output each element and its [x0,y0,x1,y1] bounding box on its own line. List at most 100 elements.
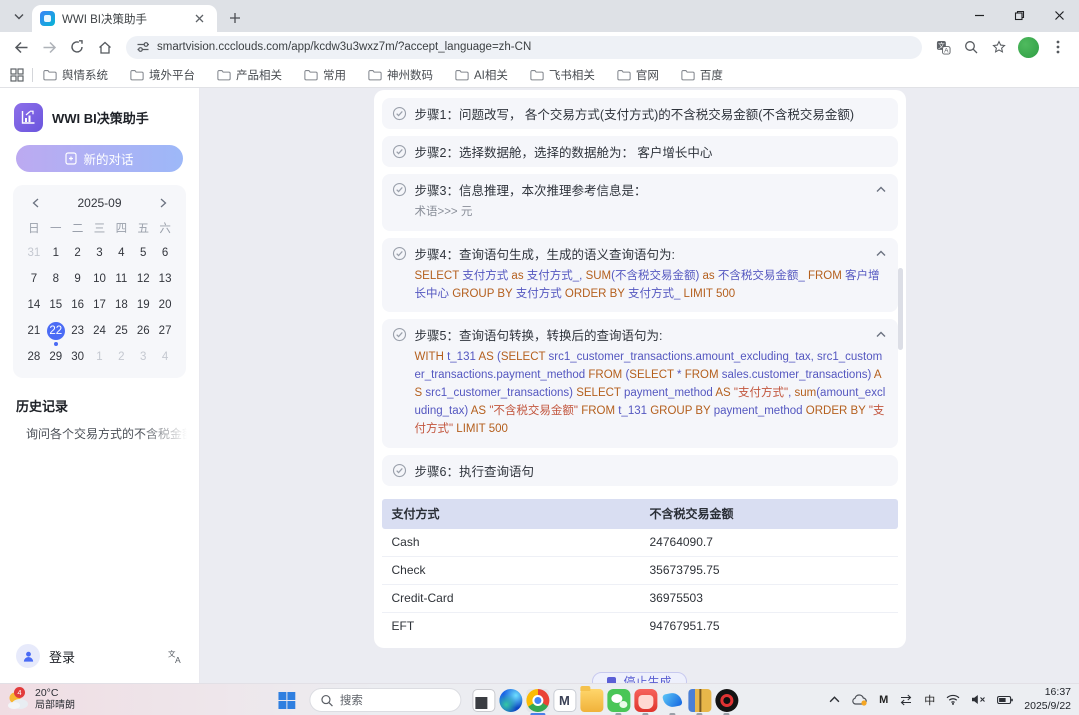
calendar-day[interactable]: 5 [132,244,154,262]
calendar-day[interactable]: 11 [110,270,132,288]
start-button[interactable] [274,687,300,713]
bookmark-item[interactable]: 产品相关 [217,67,282,83]
calendar-day[interactable]: 23 [67,322,89,340]
task-view-icon[interactable] [472,689,495,712]
home-button[interactable] [92,34,118,60]
calendar-day[interactable]: 15 [45,296,67,314]
edge-icon[interactable] [499,689,522,712]
zoom-icon[interactable] [958,34,984,60]
calendar-next-icon[interactable] [156,195,172,211]
calendar-day[interactable]: 27 [154,322,176,340]
calendar-day[interactable]: 8 [45,270,67,288]
calendar-prev-icon[interactable] [27,195,43,211]
collapse-chevron-icon[interactable] [874,329,888,340]
calendar-day[interactable]: 21 [23,322,45,340]
apps-grid-icon[interactable] [10,68,24,82]
recorder-app-icon[interactable] [715,689,738,712]
site-favicon-icon [40,11,55,26]
calendar-day[interactable]: 24 [89,322,111,340]
back-button[interactable] [8,34,34,60]
tray-volume-muted-icon[interactable] [971,694,986,705]
archive-app-icon[interactable] [688,689,711,712]
calendar-day[interactable]: 7 [23,270,45,288]
user-avatar-icon[interactable] [16,644,40,668]
login-button[interactable]: 登录 [49,647,75,666]
tray-chevron-up-icon[interactable] [829,696,840,703]
chat-scrollbar[interactable] [898,268,903,350]
bookmark-item[interactable]: 境外平台 [130,67,195,83]
taskbar-weather[interactable]: 4 20°C 局部晴朗 [6,687,75,713]
calendar-day[interactable]: 13 [154,270,176,288]
translate-icon[interactable]: 文A [930,34,956,60]
calendar-day[interactable]: 4 [154,348,176,366]
red-cat-app-icon[interactable] [634,689,657,712]
bookmark-item[interactable]: 百度 [681,67,723,83]
calendar-day[interactable]: 22 [45,322,67,340]
taskbar-search[interactable]: 搜索 [309,688,461,712]
profile-avatar[interactable] [1018,37,1039,58]
chrome-icon[interactable] [526,689,549,712]
taskbar-clock[interactable]: 16:37 2025/9/22 [1024,686,1071,713]
bookmark-item[interactable]: 官网 [617,67,659,83]
calendar-day[interactable]: 17 [89,296,111,314]
tray-input-method-icon[interactable]: 中 [924,692,935,708]
tray-battery-icon[interactable] [997,695,1013,705]
marktext-icon[interactable] [553,689,576,712]
calendar-day[interactable]: 20 [154,296,176,314]
browser-menu-icon[interactable] [1045,34,1071,60]
restore-button[interactable] [999,0,1039,30]
language-icon[interactable]: 文A [167,649,183,664]
new-chat-button[interactable]: 新的对话 [16,145,183,172]
calendar-day[interactable]: 4 [110,244,132,262]
calendar-day[interactable]: 2 [67,244,89,262]
bookmark-item[interactable]: 飞书相关 [530,67,595,83]
tray-m-app-icon[interactable]: M [879,694,888,706]
wechat-icon[interactable] [607,689,630,712]
tray-network-icon[interactable] [899,694,913,706]
bookmark-star-icon[interactable] [986,34,1012,60]
step-check-icon [392,106,407,121]
bookmark-item[interactable]: AI相关 [455,67,508,83]
reload-button[interactable] [64,34,90,60]
history-item[interactable]: 询问各个交易方式的不含税金额 [26,425,187,442]
calendar-day[interactable]: 3 [132,348,154,366]
file-explorer-icon[interactable] [580,689,603,712]
tray-cloud-sync-icon[interactable] [851,693,868,706]
browser-tab[interactable]: WWI BI决策助手 [32,5,217,32]
calendar-day[interactable]: 26 [132,322,154,340]
collapse-chevron-icon[interactable] [874,184,888,195]
calendar-day[interactable]: 6 [154,244,176,262]
address-bar[interactable]: smartvision.ccclouds.com/app/kcdw3u3wxz7… [126,36,922,59]
calendar-day[interactable]: 9 [67,270,89,288]
tray-wifi-icon[interactable] [946,694,960,705]
calendar-day[interactable]: 28 [23,348,45,366]
calendar-day[interactable]: 1 [89,348,111,366]
bookmark-item[interactable]: 常用 [304,67,346,83]
forward-button[interactable] [36,34,62,60]
close-window-button[interactable] [1039,0,1079,30]
calendar-day[interactable]: 19 [132,296,154,314]
calendar-day[interactable]: 18 [110,296,132,314]
calendar-day[interactable]: 12 [132,270,154,288]
calendar-day[interactable]: 14 [23,296,45,314]
steps-container: 步骤1：问题改写， 各个交易方式(支付方式)的不含税交易金额(不含税交易金额)步… [382,98,898,486]
calendar-day[interactable]: 31 [23,244,45,262]
stop-generating-button[interactable]: 停止生成 [592,672,686,684]
calendar-day[interactable]: 29 [45,348,67,366]
calendar-day[interactable]: 25 [110,322,132,340]
calendar-day[interactable]: 16 [67,296,89,314]
calendar-day[interactable]: 1 [45,244,67,262]
calendar-day[interactable]: 10 [89,270,111,288]
calendar-day[interactable]: 3 [89,244,111,262]
new-tab-button[interactable] [225,8,245,28]
bookmark-item[interactable]: 神州数码 [368,67,433,83]
minimize-button[interactable] [959,0,999,30]
bookmark-item[interactable]: 舆情系统 [43,67,108,83]
calendar-day[interactable]: 30 [67,348,89,366]
tab-search-chevron-icon[interactable] [6,3,32,29]
blue-app-icon[interactable] [661,689,684,712]
tab-close-icon[interactable] [189,9,209,29]
step-card: 步骤5：查询语句转换，转换后的查询语句为:WITH t_131 AS (SELE… [382,319,898,447]
collapse-chevron-icon[interactable] [874,248,888,259]
calendar-day[interactable]: 2 [110,348,132,366]
